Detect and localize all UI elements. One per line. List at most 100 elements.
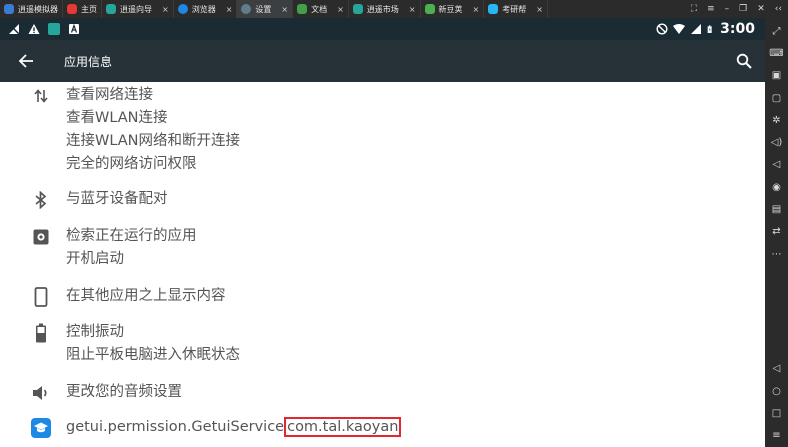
volume-up-button[interactable]: ◁) xyxy=(765,131,788,153)
tab-close-icon[interactable]: × xyxy=(162,5,169,14)
warning-icon xyxy=(28,24,40,34)
search-button[interactable] xyxy=(723,40,765,82)
tab-market[interactable]: 逍遥市场 × xyxy=(349,0,421,18)
location-pin-icon: ◉ xyxy=(772,181,781,193)
emulator-side-panel: ⤢ ⌨ ▣ ▢ ✲ ◁) ◁ ◉ ▤ ⇄ ⋯ ◁ ○ □ ≡ xyxy=(765,18,788,447)
fullscreen-icon[interactable]: ⛶ xyxy=(691,4,697,14)
minimize-icon[interactable]: – xyxy=(725,4,730,14)
screenshot-button[interactable]: ▣ xyxy=(765,65,788,87)
permission-text: 查看网络连接 xyxy=(66,87,153,103)
restore-icon[interactable]: ❐ xyxy=(739,4,747,14)
permission-text: 更改您的音频设置 xyxy=(66,384,182,400)
tab-close-icon[interactable]: × xyxy=(337,5,344,14)
circle-home-icon: ○ xyxy=(772,385,781,397)
status-time: 3:00 xyxy=(720,21,755,37)
more-button[interactable]: ⋯ xyxy=(765,243,788,265)
permissions-list: 查看网络连接 查看WLAN连接 连接WLAN网络和断开连接 完全的网络访问权限 … xyxy=(0,82,765,447)
arrow-back-icon xyxy=(18,54,33,68)
tab-kaoyanbang[interactable]: 考研帮 × xyxy=(484,0,548,18)
phone-icon xyxy=(29,285,53,309)
tab-label: 逍遥市场 xyxy=(366,4,399,14)
tab-wandoujia[interactable]: 新豆荚 × xyxy=(421,0,485,18)
android-status-bar: 3:00 xyxy=(0,18,765,40)
close-icon[interactable]: ✕ xyxy=(757,4,765,14)
cell-signal-icon xyxy=(691,24,702,34)
more-icon: ⋯ xyxy=(771,248,782,260)
tab-browser[interactable]: 浏览器 × xyxy=(174,0,238,18)
triangle-back-icon: ◁ xyxy=(772,363,781,375)
sync-icon: ⇄ xyxy=(772,226,781,238)
fullscreen-button[interactable]: ⤢ xyxy=(765,20,788,42)
tab-close-icon[interactable]: × xyxy=(281,5,288,14)
permission-text: 完全的网络访问权限 xyxy=(66,156,197,172)
emulator-tab-bar: 逍遥模拟器 主页 逍遥向导 × 浏览器 × 设置 × 文档 × 逍遥市场 × 新… xyxy=(0,0,788,18)
hamburger-menu-icon: ≡ xyxy=(772,430,781,442)
tab-settings[interactable]: 设置 × xyxy=(237,0,294,18)
tab-label: 设置 xyxy=(255,4,272,14)
tab-label: 逍遥模拟器 xyxy=(18,4,58,14)
tab-label: 文档 xyxy=(311,4,328,14)
tab-close-icon[interactable]: × xyxy=(409,5,416,14)
settings-gear-icon xyxy=(29,225,53,249)
a-notification-icon xyxy=(69,23,79,34)
tab-label: 考研帮 xyxy=(502,4,527,14)
folder-icon: ▤ xyxy=(771,204,782,216)
bluetooth-icon xyxy=(29,188,53,212)
documents-app-icon xyxy=(297,4,308,14)
nav-recents-button[interactable]: □ xyxy=(765,402,788,424)
market-app-icon xyxy=(352,4,363,14)
location-button[interactable]: ◉ xyxy=(765,176,788,198)
page-title: 应用信息 xyxy=(64,54,113,69)
nav-back-button[interactable]: ◁ xyxy=(765,358,788,380)
search-icon xyxy=(736,53,752,69)
window-controls: ⛶ ≡ – ❐ ✕ ‹‹ xyxy=(691,0,788,18)
kaoyanbang-app-icon xyxy=(488,4,499,14)
permission-text: 连接WLAN网络和断开连接 xyxy=(66,133,241,149)
tab-emulator-home[interactable]: 逍遥模拟器 xyxy=(0,0,63,18)
gear-icon: ✲ xyxy=(772,114,781,126)
files-button[interactable]: ▤ xyxy=(765,198,788,220)
back-button[interactable] xyxy=(0,40,52,82)
wifi-icon xyxy=(673,24,686,34)
permission-name: getui.permission.GetuiService xyxy=(66,419,285,435)
network-arrows-icon xyxy=(29,84,53,108)
permission-text: getui.permission.GetuiService com.tal.kao… xyxy=(66,416,402,439)
permission-text: 在其他应用之上显示内容 xyxy=(66,288,226,304)
no-signal-icon xyxy=(8,23,20,35)
browser-app-icon xyxy=(177,4,188,14)
menu-icon[interactable]: ≡ xyxy=(707,4,715,14)
collapse-panel-icon[interactable]: ‹‹ xyxy=(775,4,782,14)
home-app-icon xyxy=(67,4,77,14)
tab-home[interactable]: 主页 xyxy=(63,0,102,18)
permission-text: 控制振动 xyxy=(66,324,124,340)
volume-down-button[interactable]: ◁ xyxy=(765,154,788,176)
tab-documents[interactable]: 文档 × xyxy=(293,0,349,18)
rotate-icon: ▢ xyxy=(771,92,782,104)
app-cap-icon xyxy=(29,416,53,440)
camera-icon: ▣ xyxy=(771,70,782,82)
sync-button[interactable]: ⇄ xyxy=(765,221,788,243)
guide-app-icon xyxy=(106,4,116,14)
nav-home-button[interactable]: ○ xyxy=(765,380,788,402)
volume-icon xyxy=(29,381,53,405)
rotate-button[interactable]: ▢ xyxy=(765,87,788,109)
settings-button[interactable]: ✲ xyxy=(765,109,788,131)
tab-close-icon[interactable]: × xyxy=(473,5,480,14)
volume-up-icon: ◁) xyxy=(770,137,783,149)
battery-status-icon xyxy=(707,25,712,33)
do-not-disturb-icon xyxy=(656,23,668,35)
settings-app-icon xyxy=(241,4,252,14)
notification-app-icon xyxy=(48,23,60,35)
expand-icon: ⤢ xyxy=(772,25,781,37)
emulator-logo-icon xyxy=(4,4,14,14)
permission-text: 与蓝牙设备配对 xyxy=(66,191,168,207)
keyboard-button[interactable]: ⌨ xyxy=(765,42,788,64)
permission-text: 开机启动 xyxy=(66,251,124,267)
highlighted-package-name: com.tal.kaoyan xyxy=(284,417,402,437)
panel-menu-button[interactable]: ≡ xyxy=(765,425,788,447)
tab-label: 浏览器 xyxy=(191,4,216,14)
tab-guide[interactable]: 逍遥向导 × xyxy=(102,0,174,18)
tab-label: 主页 xyxy=(81,4,97,14)
tab-close-icon[interactable]: × xyxy=(536,5,543,14)
tab-close-icon[interactable]: × xyxy=(226,5,233,14)
